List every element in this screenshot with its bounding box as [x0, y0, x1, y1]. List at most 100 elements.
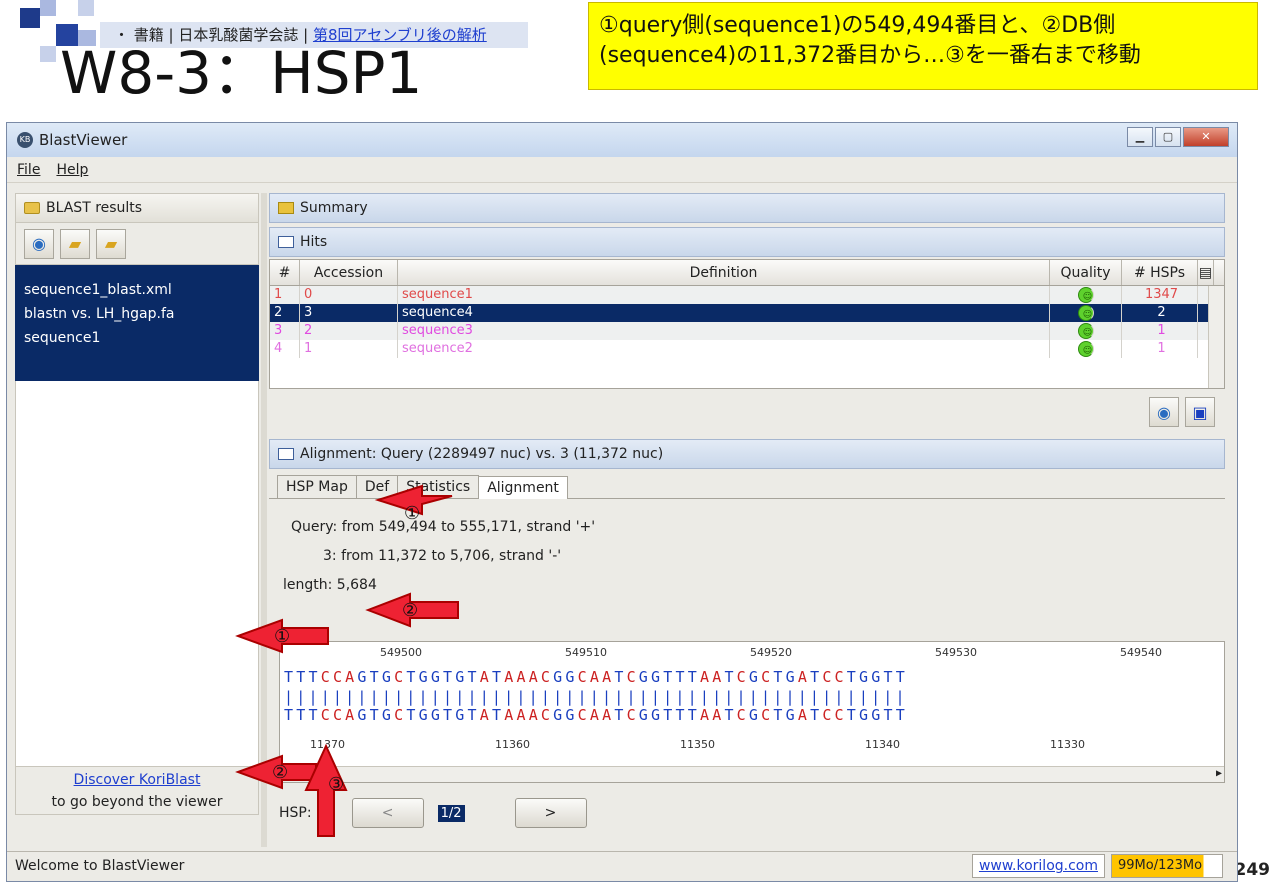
discover-text: to go beyond the viewer [51, 794, 223, 810]
col-num[interactable]: # [270, 260, 300, 285]
col-quality[interactable]: Quality [1050, 260, 1122, 285]
row-hsps: 1 [1122, 322, 1198, 340]
ruler-label: 549530 [935, 646, 977, 659]
table-row[interactable]: 3 2 sequence3 ☺ 1 [270, 322, 1224, 340]
row-definition: sequence2 [398, 340, 1050, 358]
nucleotide: C [626, 706, 639, 724]
row-definition: sequence4 [398, 304, 1050, 322]
save-button[interactable]: ▣ [1185, 397, 1215, 427]
minimize-button[interactable]: ▁ [1127, 127, 1153, 147]
alignment-header[interactable]: Alignment: Query (2289497 nuc) vs. 3 (11… [269, 439, 1225, 469]
hsp-label: HSP: [279, 805, 312, 821]
nucleotide: T [724, 668, 737, 686]
col-accession[interactable]: Accession [300, 260, 398, 285]
row-num: 2 [270, 304, 300, 322]
nucleotide: A [712, 706, 725, 724]
row-accession: 3 [300, 304, 398, 322]
annotation-label: ③ [328, 774, 345, 795]
hits-header[interactable]: Hits [269, 227, 1225, 257]
nucleotide: G [430, 706, 444, 724]
query-sequence: TTTCCAGTGCTGGTGTATAAACGGCAATCGGTTTAATCGC… [284, 668, 908, 686]
ruler-label: 11340 [865, 738, 900, 751]
hits-scrollbar[interactable] [1208, 286, 1224, 388]
nucleotide: C [394, 706, 407, 724]
nucleotide: T [406, 706, 419, 724]
hits-label: Hits [300, 234, 328, 250]
close-button[interactable]: ✕ [1183, 127, 1229, 147]
table-row[interactable]: 1 0 sequence1 ☺ 1347 [270, 286, 1224, 304]
row-definition: sequence1 [398, 286, 1050, 304]
nucleotide: G [748, 668, 762, 686]
nucleotide: C [540, 668, 554, 686]
korilog-link[interactable]: www.korilog.com [971, 854, 1105, 878]
nucleotide: T [663, 668, 676, 686]
result-file: sequence1_blast.xml [24, 282, 172, 298]
tab-hsp-map[interactable]: HSP Map [277, 475, 357, 498]
scroll-thumb[interactable] [296, 769, 316, 780]
maximize-button[interactable]: ▢ [1155, 127, 1181, 147]
nucleotide: C [822, 706, 835, 724]
page-number: 249 [1234, 860, 1271, 880]
alignment-scrollbar[interactable]: ▶ [280, 766, 1224, 782]
nucleotide: T [296, 706, 309, 724]
alignment-view[interactable]: 549500 549510 549520 549530 549540 TTTCC… [279, 641, 1225, 783]
menu-file[interactable]: File [17, 162, 40, 178]
ruler-label: 549510 [565, 646, 607, 659]
annotation-label: ① [274, 626, 291, 647]
slide-decoration [40, 0, 56, 16]
nucleotide: C [320, 706, 333, 724]
col-hsps[interactable]: # HSPs [1122, 260, 1198, 285]
quality-cell: ☺ [1050, 322, 1122, 340]
memory-indicator[interactable]: 99Mo/123Mo [1111, 854, 1223, 878]
summary-header[interactable]: Summary [269, 193, 1225, 223]
menu-help[interactable]: Help [56, 162, 88, 178]
alignment-title: Alignment: Query (2289497 nuc) vs. 3 (11… [300, 446, 664, 462]
close-folder-button[interactable]: ▰ [96, 228, 126, 259]
nucleotide: C [834, 668, 847, 686]
nucleotide: A [699, 668, 713, 686]
tab-definition[interactable]: Def [355, 475, 399, 498]
folder-close-icon: ▰ [104, 234, 118, 253]
nucleotide: C [540, 706, 554, 724]
nucleotide: A [516, 668, 529, 686]
smiley-icon: ☺ [1077, 341, 1094, 357]
result-list-selected[interactable]: sequence1_blast.xml blastn vs. LH_hgap.f… [15, 265, 259, 381]
nucleotide: A [699, 706, 713, 724]
web-button[interactable]: ◉ [1149, 397, 1179, 427]
tab-statistics[interactable]: Statistics [397, 475, 480, 498]
discover-link[interactable]: Discover KoriBlast [74, 772, 201, 788]
nucleotide: T [308, 668, 321, 686]
annotation-label: ① [404, 503, 421, 524]
splitter[interactable] [261, 193, 267, 847]
match-bars: ||||||||||||||||||||||||||||||||||||||||… [284, 688, 908, 706]
nucleotide: C [834, 706, 847, 724]
save-icon: ▣ [1192, 402, 1208, 422]
ruler-label: 11350 [680, 738, 715, 751]
tab-alignment[interactable]: Alignment [478, 476, 568, 499]
open-folder-button[interactable]: ▰ [60, 228, 90, 259]
col-definition[interactable]: Definition [398, 260, 1050, 285]
prev-hsp-button[interactable]: < [351, 798, 424, 828]
hsp-counter: 1/2 [437, 804, 465, 822]
blastviewer-window: KB BlastViewer ▁ ▢ ✕ File Help BLAST res… [6, 122, 1238, 882]
table-row[interactable]: 2 3 sequence4 ☺ 2 [270, 304, 1224, 322]
ruler-label: 11360 [495, 738, 530, 751]
results-header: BLAST results [15, 193, 259, 223]
nucleotide: T [308, 706, 321, 724]
nucleotide: G [430, 668, 444, 686]
web-blast-button[interactable]: ◉ [24, 228, 54, 259]
hits-table-header: # Accession Definition Quality # HSPs ▤ [270, 260, 1224, 286]
nucleotide: G [381, 668, 395, 686]
row-num: 4 [270, 340, 300, 358]
nucleotide: T [369, 706, 382, 724]
nucleotide: A [516, 706, 529, 724]
row-definition: sequence3 [398, 322, 1050, 340]
nucleotide: G [859, 706, 872, 724]
folder-open-icon: ▰ [68, 234, 82, 253]
nucleotide: G [565, 668, 578, 686]
scroll-right-icon[interactable]: ▶ [1216, 768, 1222, 779]
window-titlebar[interactable]: KB BlastViewer ▁ ▢ ✕ [7, 123, 1237, 157]
column-chooser-icon[interactable]: ▤ [1198, 260, 1214, 285]
table-row[interactable]: 4 1 sequence2 ☺ 1 [270, 340, 1224, 358]
next-hsp-button[interactable]: > [514, 798, 587, 828]
